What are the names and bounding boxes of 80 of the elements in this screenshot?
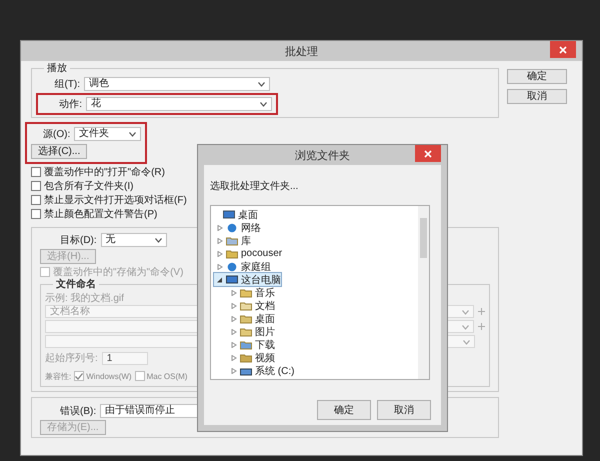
example-text: 示例: 我的文档.gif	[45, 292, 124, 303]
folder-icon	[240, 314, 252, 324]
checkbox[interactable]	[31, 180, 41, 190]
collapsed-arrow-icon[interactable]	[231, 368, 237, 374]
collapsed-arrow-icon[interactable]	[217, 238, 223, 244]
checkbox-label: 覆盖动作中的"存储为"命令(V)	[53, 266, 184, 278]
checkbox-label: Windows(W)	[86, 372, 132, 380]
collapsed-arrow-icon[interactable]	[231, 290, 237, 296]
caret-icon	[260, 102, 267, 107]
caret-icon	[129, 132, 136, 137]
tree-item[interactable]: 桌面	[211, 208, 258, 221]
source-dropdown[interactable]: 文件夹	[74, 127, 141, 141]
field-label: 组(T):	[53, 78, 80, 91]
field-label: 源(O):	[43, 128, 70, 141]
checkbox-label: 禁止颜色配置文件警告(P)	[44, 208, 158, 220]
tree-item[interactable]: 桌面	[228, 312, 275, 325]
folder-icon	[240, 340, 252, 350]
action-dropdown[interactable]: 花	[86, 97, 272, 111]
prompt-text: 选取批处理文件夹...	[210, 180, 300, 193]
field-label: 动作:	[58, 98, 82, 111]
tree-item[interactable]: 下载	[228, 338, 275, 351]
checkbox-label: Mac OS(M)	[146, 372, 188, 380]
expanded-arrow-icon[interactable]	[217, 276, 223, 282]
collapsed-arrow-icon[interactable]	[231, 316, 237, 322]
caret-icon	[258, 82, 265, 87]
folder-icon	[240, 352, 252, 362]
tree-item[interactable]: 视频	[228, 351, 275, 364]
collapsed-arrow-icon[interactable]	[231, 342, 237, 348]
tree-item[interactable]: 音乐	[228, 286, 275, 299]
group-dropdown[interactable]: 调色	[84, 77, 270, 91]
caret-icon	[462, 310, 469, 315]
field-label: 起始序列号:	[45, 352, 98, 365]
checkbox-label: 包含所有子文件夹(I)	[44, 180, 134, 192]
dialog-button[interactable]: 确定	[507, 69, 567, 84]
folder-icon	[240, 300, 252, 310]
caret-icon	[462, 325, 469, 330]
close-icon	[559, 46, 567, 54]
field-label: 目标(D):	[60, 234, 97, 247]
folder-icon	[226, 236, 238, 246]
checkbox-label: 禁止显示文件打开选项对话框(F)	[44, 194, 187, 206]
window-title: 浏览文件夹	[295, 148, 350, 162]
tree-item[interactable]: 图片	[228, 325, 275, 338]
monitor-icon	[223, 210, 235, 220]
monitor-icon	[226, 274, 238, 284]
window-title: 批处理	[285, 44, 318, 58]
collapsed-arrow-icon[interactable]	[217, 250, 223, 256]
tree-item[interactable]: 文档	[228, 299, 275, 312]
close-button[interactable]	[415, 145, 441, 162]
group-legend: 文件命名	[53, 278, 99, 291]
drive-icon	[240, 366, 252, 376]
tree-item[interactable]: 系统 (C:)	[228, 364, 294, 377]
dialog-button[interactable]: 取消	[377, 400, 431, 420]
field-label: 错误(B):	[60, 405, 96, 418]
close-icon	[424, 150, 432, 158]
checkbox-label: 覆盖动作中的"打开"命令(R)	[44, 166, 165, 178]
collapsed-arrow-icon[interactable]	[231, 302, 237, 308]
tree-item[interactable]: 这台电脑	[214, 273, 281, 286]
tree-item[interactable]: 库	[214, 234, 251, 247]
choose-button[interactable]: 选择(C)...	[31, 144, 88, 159]
globe-icon	[226, 222, 238, 232]
group-legend: 播放	[44, 62, 70, 75]
collapsed-arrow-icon[interactable]	[231, 354, 237, 360]
dialog-button[interactable]: 确定	[317, 400, 371, 420]
checkbox[interactable]	[31, 166, 41, 176]
caret-icon	[154, 238, 162, 243]
scrollbar[interactable]	[418, 206, 429, 379]
collapsed-arrow-icon[interactable]	[231, 328, 237, 334]
globe-icon	[226, 262, 238, 272]
checkbox[interactable]	[31, 208, 41, 218]
caret-icon	[463, 340, 470, 345]
tree-item[interactable]: pocouser	[214, 247, 282, 260]
tree-item[interactable]: 网络	[214, 221, 261, 234]
close-button[interactable]	[550, 41, 576, 58]
dialog-button[interactable]: 取消	[507, 89, 567, 104]
folder-icon	[226, 248, 238, 258]
field-label: 兼容性:	[45, 370, 72, 382]
collapsed-arrow-icon[interactable]	[217, 224, 223, 230]
collapsed-arrow-icon[interactable]	[217, 264, 223, 270]
checkbox[interactable]	[31, 194, 41, 204]
tree-item[interactable]: 家庭组	[214, 260, 271, 273]
